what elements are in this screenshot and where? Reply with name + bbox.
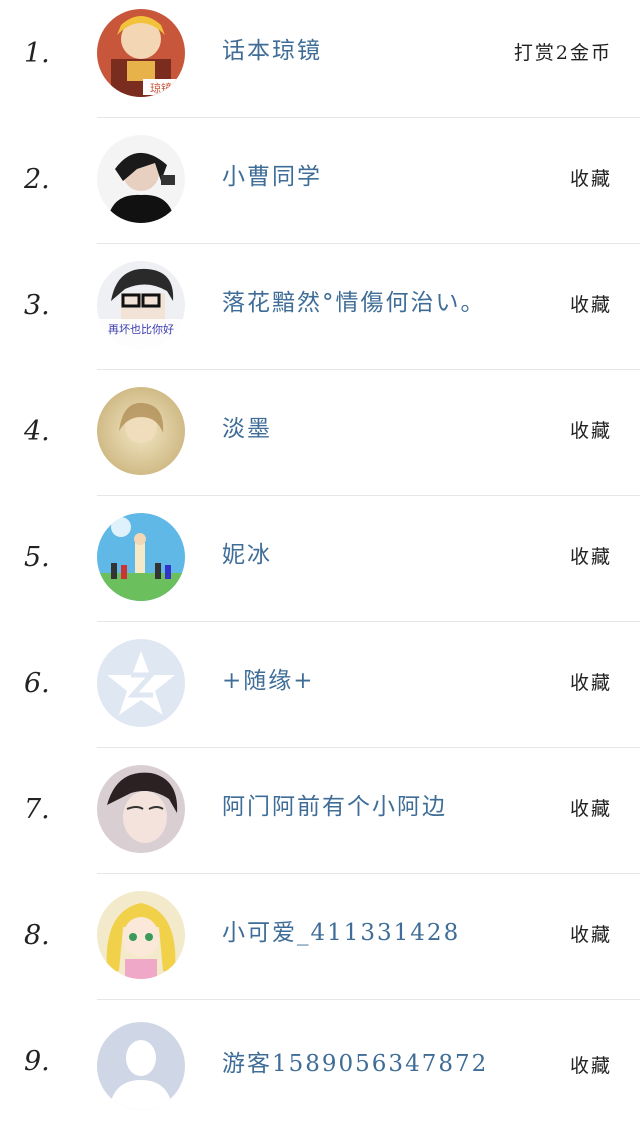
rank-number: 3. xyxy=(24,290,50,321)
rank-number: 6. xyxy=(24,668,50,699)
user-name[interactable]: 游客1589056347872 xyxy=(222,1046,488,1082)
avatar[interactable]: 琼镜 xyxy=(97,9,185,97)
list-item[interactable]: 1. 琼镜 话本琼镜 打赏2金币 xyxy=(0,0,640,126)
rank-number: 9. xyxy=(24,1046,50,1077)
supporter-list: 1. 琼镜 话本琼镜 打赏2金币 2. 小曹同学 收藏 3. 再坏也比你好 落花… xyxy=(0,0,640,1125)
rank-number: 2. xyxy=(24,164,50,195)
svg-text:琼镜: 琼镜 xyxy=(150,81,172,95)
user-name[interactable]: 话本琼镜 xyxy=(222,33,322,69)
avatar[interactable] xyxy=(97,1022,185,1110)
support-action: 收藏 xyxy=(569,168,612,190)
support-action: 打赏2金币 xyxy=(513,42,612,64)
avatar[interactable] xyxy=(97,639,185,727)
faded-girl-avatar-icon xyxy=(97,387,185,475)
support-action: 收藏 xyxy=(569,294,612,316)
list-item[interactable]: 3. 再坏也比你好 落花黯然°情傷何治い。 收藏 xyxy=(0,252,640,378)
avatar-caption: 再坏也比你好 xyxy=(108,323,174,336)
rank-number: 1. xyxy=(24,38,50,69)
dark-hair-boy-avatar-icon xyxy=(97,135,185,223)
support-action: 收藏 xyxy=(569,798,612,820)
user-name[interactable]: 小可爱_411331428 xyxy=(222,915,460,951)
rank-number: 8. xyxy=(24,920,50,951)
divider xyxy=(97,495,640,496)
rank-number: 4. xyxy=(24,416,50,447)
support-action: 收藏 xyxy=(569,546,612,568)
user-name[interactable]: 淡墨 xyxy=(222,411,272,447)
default-qzone-star-avatar-icon xyxy=(97,639,185,727)
list-item[interactable]: 8. 小可爱_411331428 收藏 xyxy=(0,882,640,1008)
support-action: 收藏 xyxy=(569,672,612,694)
list-item[interactable]: 9. 游客1589056347872 收藏 xyxy=(0,1008,640,1134)
user-name[interactable]: 落花黯然°情傷何治い。 xyxy=(222,285,486,321)
boy-portrait-avatar-icon xyxy=(97,765,185,853)
avatar[interactable]: 再坏也比你好 xyxy=(97,261,185,349)
avatar[interactable] xyxy=(97,513,185,601)
divider xyxy=(97,369,640,370)
divider xyxy=(97,747,640,748)
list-item[interactable]: 5. 妮冰 收藏 xyxy=(0,504,640,630)
support-action: 收藏 xyxy=(569,924,612,946)
avatar[interactable] xyxy=(97,891,185,979)
blonde-anime-girl-avatar-icon xyxy=(97,891,185,979)
list-item[interactable]: 2. 小曹同学 收藏 xyxy=(0,126,640,252)
rank-number: 7. xyxy=(24,794,50,825)
avatar[interactable] xyxy=(97,765,185,853)
divider xyxy=(97,621,640,622)
anime-group-avatar-icon xyxy=(97,513,185,601)
avatar[interactable] xyxy=(97,387,185,475)
list-item[interactable]: 4. 淡墨 收藏 xyxy=(0,378,640,504)
user-name[interactable]: +随缘+ xyxy=(222,663,315,699)
list-item[interactable]: 7. 阿门阿前有个小阿边 收藏 xyxy=(0,756,640,882)
divider xyxy=(97,873,640,874)
anime-boy-avatar-icon: 琼镜 xyxy=(97,9,185,97)
default-person-avatar-icon xyxy=(97,1022,185,1110)
support-action: 收藏 xyxy=(569,420,612,442)
user-name[interactable]: 小曹同学 xyxy=(222,159,322,195)
avatar[interactable] xyxy=(97,135,185,223)
user-name[interactable]: 妮冰 xyxy=(222,537,272,573)
divider xyxy=(97,243,640,244)
divider xyxy=(97,117,640,118)
divider xyxy=(97,999,640,1000)
list-item[interactable]: 6. +随缘+ 收藏 xyxy=(0,630,640,756)
support-action: 收藏 xyxy=(569,1055,612,1077)
rank-number: 5. xyxy=(24,542,50,573)
user-name[interactable]: 阿门阿前有个小阿边 xyxy=(222,789,447,825)
